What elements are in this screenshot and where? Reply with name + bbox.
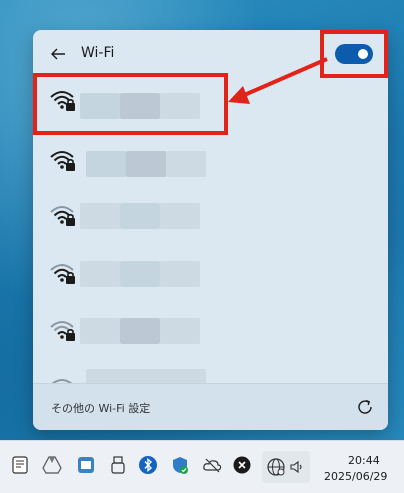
wifi-secured-icon [50,206,75,226]
network-name-blurred [160,318,200,344]
taskbar: 20:44 2025/06/29 [0,440,404,493]
more-wifi-settings-link[interactable]: その他の Wi-Fi 設定 [51,400,150,416]
network-name-blurred [120,318,160,344]
refresh-icon[interactable] [355,397,375,417]
annotation-box-toggle [320,30,388,78]
network-name-blurred [120,261,160,287]
wifi-secured-icon [51,379,73,383]
network-name-blurred [160,261,200,287]
network-item[interactable] [33,361,388,383]
network-name-blurred [126,151,166,177]
network-volume-button[interactable] [262,451,310,483]
network-item[interactable] [33,246,388,302]
app-icon[interactable] [76,455,96,475]
defender-icon[interactable] [170,455,190,475]
notepad-icon[interactable] [10,455,30,475]
annotation-box-network [33,73,228,135]
clock-date[interactable]: 2025/06/29 [324,470,387,483]
globe-icon [267,458,285,476]
page-title: Wi-Fi [81,45,115,61]
google-drive-icon[interactable] [42,455,62,475]
usb-icon[interactable] [108,455,128,475]
network-name-blurred [80,261,120,287]
volume-icon [290,460,302,474]
back-arrow-icon[interactable] [49,45,67,63]
network-name-blurred [120,203,160,229]
network-item[interactable] [33,188,388,244]
clock-time[interactable]: 20:44 [348,454,380,467]
bluetooth-icon[interactable] [138,455,158,475]
network-name-blurred [160,203,200,229]
onedrive-icon[interactable] [202,455,222,475]
close-app-icon[interactable] [232,455,252,475]
network-name-blurred [80,318,120,344]
network-item[interactable] [33,303,388,359]
network-name-blurred [166,151,206,177]
network-item[interactable] [33,133,388,189]
wifi-secured-icon [50,151,75,171]
network-name-blurred [86,369,206,383]
wifi-secured-icon [50,264,75,284]
network-name-blurred [86,151,126,177]
wifi-secured-icon [50,321,75,341]
footer: その他の Wi-Fi 設定 [33,383,388,430]
network-name-blurred [80,203,120,229]
